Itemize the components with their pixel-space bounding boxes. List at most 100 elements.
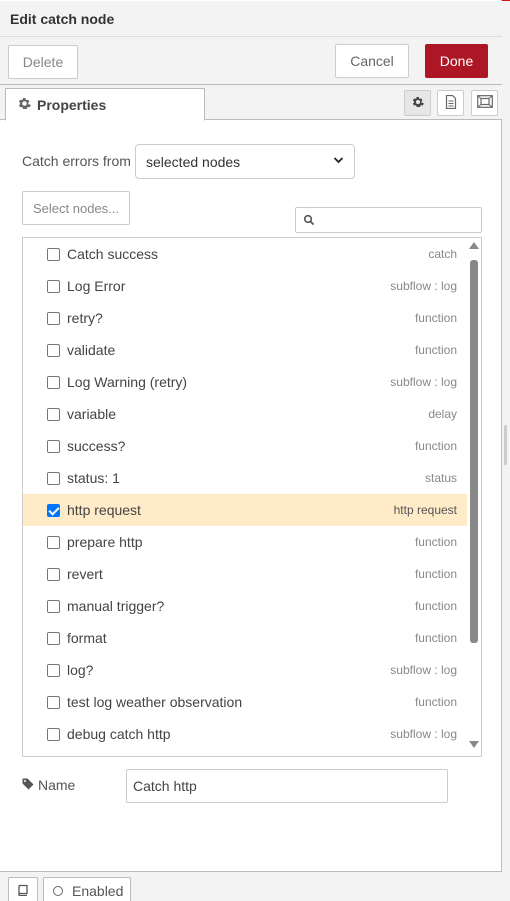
tag-icon [22,777,38,793]
node-description-button[interactable] [437,90,464,116]
name-label: Name [22,777,75,793]
node-checkbox[interactable] [47,568,60,581]
node-type: function [414,343,457,357]
name-label-text: Name [38,777,76,793]
node-type: function [414,567,457,581]
node-list-row[interactable]: test log weather observation function [23,686,467,718]
node-type: function [414,535,457,549]
node-label: validate [67,342,116,358]
search-input[interactable] [320,210,475,230]
node-checkbox[interactable] [47,664,60,677]
scroll-up-icon[interactable] [469,242,479,249]
node-label: log? [67,662,94,678]
node-type: subflow : log [390,727,457,741]
node-label: http request [67,502,141,518]
node-list-row[interactable]: log? subflow : log [23,654,467,686]
node-type: subflow : log [390,663,457,677]
node-label: test log weather observation [67,694,243,710]
scrollbar-thumb[interactable] [470,260,478,643]
node-label: prepare http [67,534,143,550]
resize-handle[interactable] [504,425,507,465]
node-checkbox[interactable] [47,728,60,741]
node-checkbox[interactable] [47,248,60,261]
tab-properties[interactable]: Properties [5,88,205,121]
radio-circle-icon [53,885,63,896]
node-label: format [67,630,107,646]
node-type: function [414,311,457,325]
node-checkbox[interactable] [47,440,60,453]
node-search-box[interactable] [295,207,482,233]
node-label: manual trigger? [67,598,165,614]
node-list-row[interactable]: success? function [23,430,467,462]
document-icon [445,94,457,112]
tray-toolbar: Delete Cancel Done [0,37,502,85]
node-type: http request [393,503,457,517]
node-type: delay [428,407,457,421]
node-list-row[interactable]: variable delay [23,398,467,430]
node-list-row[interactable]: status: 1 status [23,462,467,494]
node-list-row[interactable]: prepare http function [23,526,467,558]
search-icon [303,213,315,226]
node-checkbox[interactable] [47,632,60,645]
tray-footer: Enabled [0,871,502,901]
node-label: success? [67,438,126,454]
select-nodes-button[interactable]: Select nodes... [22,191,130,225]
node-checkbox[interactable] [47,696,60,709]
node-label: retry? [67,310,103,326]
done-button[interactable]: Done [425,44,488,78]
node-help-button[interactable] [8,877,38,901]
node-list-row[interactable]: Log Warning (retry) subflow : log [23,366,467,398]
catch-scope-select[interactable]: selected nodes [135,144,355,179]
tab-properties-label: Properties [37,97,107,113]
node-checkbox[interactable] [47,504,60,517]
node-type: function [414,599,457,613]
node-type: status [424,471,457,485]
node-checkbox[interactable] [47,472,60,485]
node-label: status: 1 [67,470,120,486]
cancel-button[interactable]: Cancel [335,44,409,78]
node-appearance-button[interactable] [471,90,498,116]
node-list-row[interactable]: validate function [23,334,467,366]
node-checkbox[interactable] [47,536,60,549]
node-type: function [414,439,457,453]
enabled-label: Enabled [72,882,124,899]
delete-button[interactable]: Delete [8,45,78,79]
node-checkbox[interactable] [47,408,60,421]
node-type: subflow : log [390,375,457,389]
node-list-row[interactable]: Catch success catch [23,238,467,270]
tray-header: Edit catch node [0,1,502,37]
node-checkbox[interactable] [47,280,60,293]
tab-bar: Properties [0,85,502,121]
chevron-down-icon [333,153,344,170]
scroll-down-icon[interactable] [469,741,479,748]
name-input[interactable] [126,769,448,803]
gear-icon [18,97,31,113]
node-label: variable [67,406,117,422]
node-checkbox[interactable] [47,376,60,389]
node-list-row[interactable]: retry? function [23,302,467,334]
catch-scope-value: selected nodes [146,154,241,170]
node-label: Catch success [67,246,159,262]
edit-tray: Edit catch node Delete Cancel Done Prope… [0,0,502,901]
node-label: debug catch http [67,726,171,742]
node-list-row[interactable]: debug catch http subflow : log [23,718,467,750]
node-list-row[interactable]: http request http request [23,494,467,526]
node-list-row[interactable]: Log Error subflow : log [23,270,467,302]
node-properties-button[interactable] [404,90,431,116]
tray-title: Edit catch node [10,11,115,27]
node-checkbox[interactable] [47,600,60,613]
node-label: Log Warning (retry) [67,374,188,390]
node-checkbox[interactable] [47,312,60,325]
enabled-toggle[interactable]: Enabled [43,877,131,901]
node-label: revert [67,566,103,582]
node-list-row[interactable]: revert function [23,558,467,590]
node-list-row[interactable]: format function [23,622,467,654]
frame-icon [476,95,493,111]
node-type: function [414,695,457,709]
node-list: debug catch http subflow : log test log we… [22,237,482,757]
node-list-row[interactable]: manual trigger? function [23,590,467,622]
book-icon [17,883,29,899]
node-type: subflow : log [390,279,457,293]
catch-errors-label: Catch errors from [22,153,131,169]
node-checkbox[interactable] [47,344,60,357]
